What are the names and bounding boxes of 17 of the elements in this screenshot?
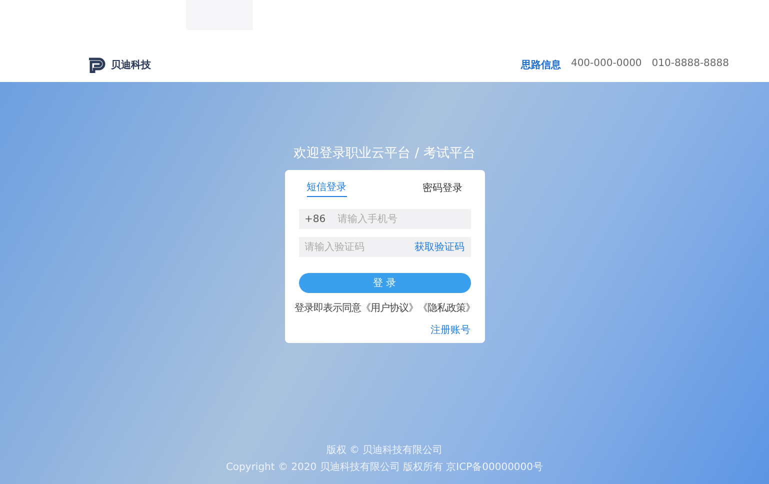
- agreement-text: 登录即表示同意《用户协议》《隐私政策》: [294, 302, 475, 315]
- login-tab[interactable]: 密码登录: [422, 178, 462, 197]
- header-link[interactable]: 010-8888-8888: [652, 58, 729, 72]
- login-button[interactable]: 登 录: [298, 273, 470, 293]
- header-link[interactable]: 400-000-0000: [570, 58, 642, 72]
- footer-text: Copyright © 2020 贝迪科技有限公司 版权所有 京ICP备00000000号: [226, 460, 544, 474]
- country-code[interactable]: +86: [298, 209, 332, 229]
- login-tab[interactable]: 短信登录: [306, 178, 346, 197]
- footer-text: 版权 © 贝迪科技有限公司: [326, 444, 443, 457]
- header-link[interactable]: 思路信息: [520, 58, 561, 72]
- phone-field[interactable]: 请输入手机号: [332, 209, 470, 229]
- code-field[interactable]: 请输入验证码: [298, 237, 408, 257]
- logo-icon: [88, 57, 108, 73]
- register-link[interactable]: 注册账号: [430, 323, 470, 337]
- page-title: 欢迎登录职业云平台 / 考试平台: [294, 145, 476, 162]
- logo-text: 贝迪科技: [111, 58, 151, 72]
- get-code-button[interactable]: 获取验证码: [408, 237, 470, 257]
